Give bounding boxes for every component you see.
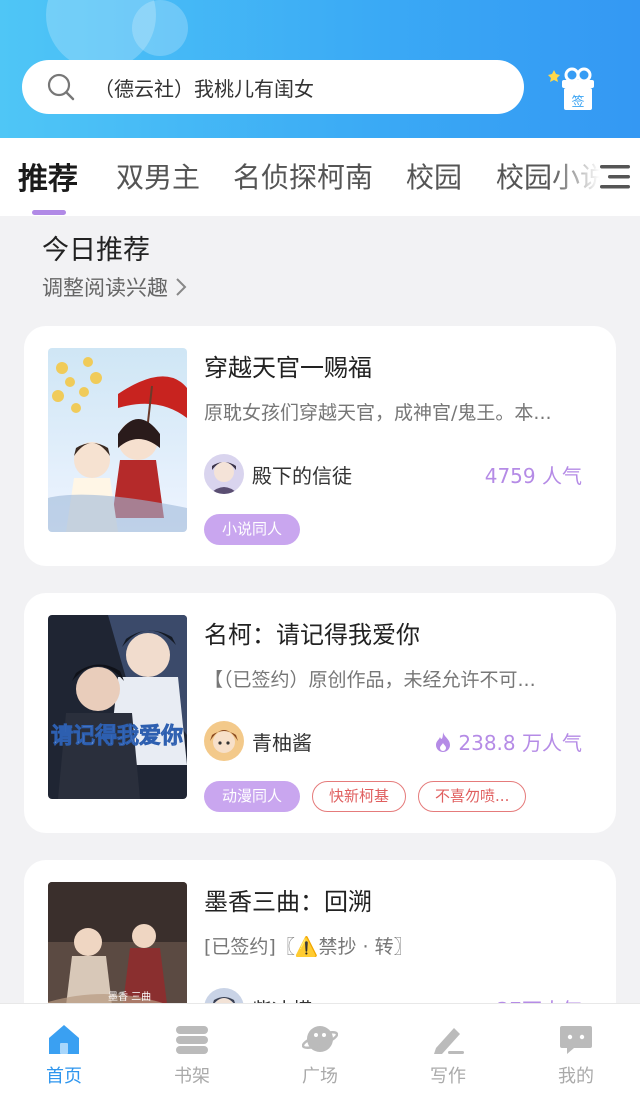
tab-campus[interactable]: 校园 [406,156,462,196]
chat-bubble-icon [560,1026,592,1054]
book-cover[interactable]: 请记得我爱你 [48,615,187,799]
nav-label: 书架 [174,1066,210,1087]
category-menu-icon[interactable] [598,160,632,194]
chevron-right-icon [176,278,187,296]
nav-home[interactable]: 首页 [0,1004,128,1101]
section-title: 今日推荐 [42,235,150,266]
pen-icon [434,1028,464,1054]
search-box[interactable]: （德云社）我桃儿有闺女 [22,60,524,114]
adjust-interest-label: 调整阅读兴趣 [42,276,168,300]
tag-list: 动漫同人 快新柯基 不喜勿喷... [204,781,527,812]
author-avatar[interactable] [204,721,244,761]
cover-title: 墨香 三曲 [108,991,151,1003]
book-card[interactable]: 穿越天官一赐福 原耽女孩们穿越天官，成神官/鬼王。本... 殿下的信徒 4759… [24,326,616,566]
home-icon [49,1025,79,1054]
book-tag[interactable]: 快新柯基 [312,781,407,812]
book-title: 穿越天官一赐福 [204,354,372,382]
search-placeholder: （德云社）我桃儿有闺女 [94,76,314,101]
nav-label: 写作 [430,1066,466,1087]
nav-mine[interactable]: 我的 [512,1004,640,1101]
tab-double-male-lead[interactable]: 双男主 [116,156,200,196]
category-tabs: 推荐 双男主 名侦探柯南 校园 校园小说 [0,138,640,216]
gift-badge-text: 签 [571,94,584,110]
tag-list: 小说同人 [204,514,301,545]
book-card[interactable]: 请记得我爱你 名柯：请记得我爱你 【（已签约）原创作品，未经允许不可... 青柚… [24,593,616,833]
cover-title: 请记得我爱你 [51,723,183,749]
bookshelf-icon [176,1026,208,1054]
book-description: [已签约]〖⚠️禁抄 · 转〗 [204,936,413,958]
header-decoration [132,0,188,56]
bottom-nav: 首页 书架 广场 写作 我的 [0,1003,640,1101]
book-title: 名柯：请记得我爱你 [204,621,420,649]
flame-icon [436,731,451,752]
search-icon [47,73,75,101]
author-name[interactable]: 青柚酱 [252,727,312,756]
book-tag[interactable]: 不喜勿喷... [418,781,527,812]
header-bar: （德云社）我桃儿有闺女 签 [0,0,640,138]
author-avatar[interactable] [204,454,244,494]
nav-label: 广场 [302,1066,338,1087]
book-description: 【（已签约）原创作品，未经允许不可... [204,669,536,691]
adjust-interest-link[interactable]: 调整阅读兴趣 [42,272,188,302]
nav-square[interactable]: 广场 [256,1004,384,1101]
planet-icon [302,1026,338,1052]
author-name[interactable]: 殿下的信徒 [252,460,352,489]
book-title: 墨香三曲：回溯 [204,888,372,916]
book-tag[interactable]: 动漫同人 [204,781,301,812]
sign-in-gift-icon[interactable]: 签 [548,66,600,112]
nav-bookshelf[interactable]: 书架 [128,1004,256,1101]
popularity-count: 4759 人气 [484,464,582,488]
active-tab-indicator [32,210,66,215]
popularity: 238.8 万人气 [434,727,582,756]
nav-label: 首页 [46,1066,82,1087]
tab-recommend[interactable]: 推荐 [18,154,78,198]
popularity-count: 238.8 万人气 [458,731,582,755]
nav-label: 我的 [558,1066,594,1087]
book-cover[interactable] [48,348,187,532]
nav-write[interactable]: 写作 [384,1004,512,1101]
tab-detective-conan[interactable]: 名侦探柯南 [233,156,373,196]
book-description: 原耽女孩们穿越天官，成神官/鬼王。本... [204,402,552,424]
book-tag[interactable]: 小说同人 [204,514,301,545]
